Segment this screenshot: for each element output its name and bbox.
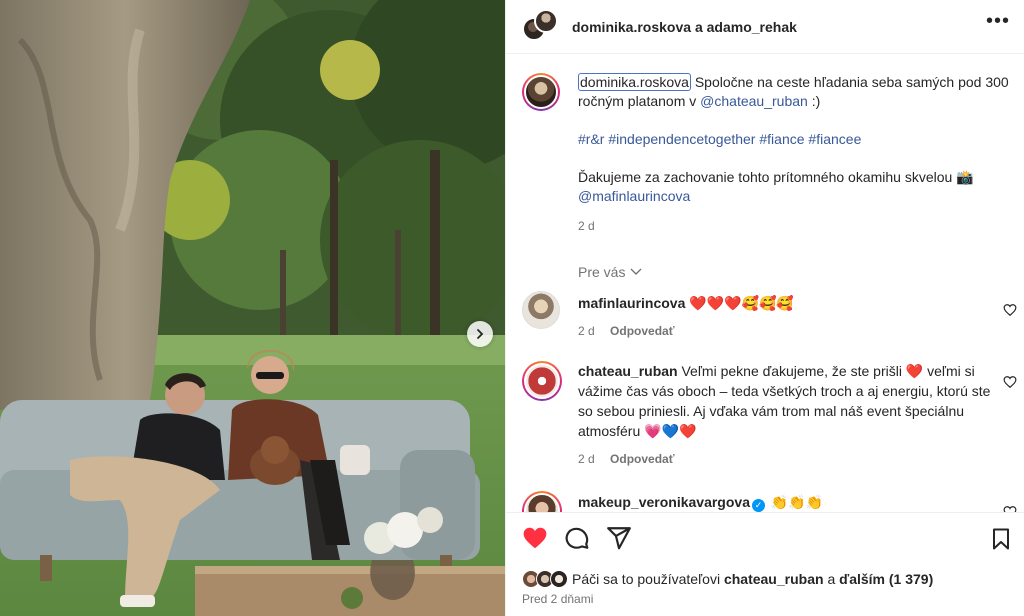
instagram-post: dominika.roskova a adamo_rehak ••• domin… xyxy=(0,0,1024,616)
comment-sort-dropdown[interactable]: Pre vás xyxy=(578,264,1024,280)
next-photo-button[interactable] xyxy=(467,321,493,347)
hashtag-link[interactable]: #r&r xyxy=(578,131,604,147)
collab-avatars[interactable] xyxy=(522,8,558,45)
comment-time[interactable]: 2 d xyxy=(578,452,595,466)
caption-time[interactable]: 2 d xyxy=(578,217,1009,236)
hashtag-link[interactable]: #fiance xyxy=(759,131,804,147)
post-header: dominika.roskova a adamo_rehak ••• xyxy=(506,0,1024,54)
avatar[interactable] xyxy=(522,291,560,329)
username-link[interactable]: dominika.roskova xyxy=(572,19,691,35)
liker-username[interactable]: chateau_ruban xyxy=(724,571,824,587)
likes-and: a xyxy=(827,571,836,587)
chevron-down-icon xyxy=(630,268,642,275)
caption-username[interactable]: dominika.roskova xyxy=(578,73,691,91)
mention-link[interactable]: @mafinlaurincova xyxy=(578,188,690,204)
username-link[interactable]: adamo_rehak xyxy=(707,19,797,35)
verified-badge-icon: ✓ xyxy=(751,499,765,512)
mention-link[interactable]: @chateau_ruban xyxy=(700,93,808,109)
avatar xyxy=(550,570,568,588)
more-options-button[interactable]: ••• xyxy=(986,10,1010,33)
post-image xyxy=(0,0,505,616)
camera-emoji: 📸 xyxy=(956,169,974,185)
likes-prefix: Páči sa to používateľovi xyxy=(572,571,721,587)
post-details-panel: dominika.roskova a adamo_rehak ••• domin… xyxy=(505,0,1024,616)
like-comment-heart-icon[interactable] xyxy=(1003,375,1017,389)
comment-text: 👏👏👏 xyxy=(770,494,824,510)
like-comment-heart-icon[interactable] xyxy=(1003,303,1017,317)
like-heart-icon[interactable] xyxy=(522,525,548,551)
comment-item: makeup_veronikavargova ✓ 👏👏👏 xyxy=(506,491,1024,512)
likes-summary[interactable]: Páči sa to používateľovi chateau_ruban a… xyxy=(522,570,933,588)
caption-thanks: Ďakujeme za zachovanie tohto prítomného … xyxy=(578,169,953,185)
comment-time[interactable]: 2 d xyxy=(578,324,595,338)
chevron-right-icon xyxy=(477,329,484,339)
post-timestamp[interactable]: Pred 2 dňami xyxy=(522,592,593,606)
hashtag-link[interactable]: #independencetogether xyxy=(608,131,755,147)
story-ring-avatar[interactable] xyxy=(522,491,562,512)
story-ring-avatar[interactable] xyxy=(522,73,560,111)
share-icon[interactable] xyxy=(606,525,632,551)
post-actions: Páči sa to používateľovi chateau_ruban a… xyxy=(506,512,1024,616)
comment-text: ❤️❤️❤️🥰🥰🥰 xyxy=(689,295,794,311)
bookmark-icon[interactable] xyxy=(989,527,1013,551)
hashtags: #r&r #independencetogether #fiance #fian… xyxy=(578,130,1009,149)
post-photo[interactable] xyxy=(0,0,505,616)
more-horizontal-icon: ••• xyxy=(985,10,1010,32)
collab-usernames: dominika.roskova a adamo_rehak xyxy=(572,19,797,35)
comment-icon[interactable] xyxy=(564,525,590,551)
caption-text-end: :) xyxy=(811,93,821,109)
story-ring-avatar[interactable] xyxy=(522,361,562,401)
sort-label: Pre vás xyxy=(578,264,626,280)
hashtag-link[interactable]: #fiancee xyxy=(808,131,861,147)
and-text: a xyxy=(694,18,703,35)
comment-username[interactable]: chateau_ruban xyxy=(578,363,678,379)
liker-avatars xyxy=(522,570,568,588)
comments-scroll-area[interactable]: dominika.roskova Spoločne na ceste hľada… xyxy=(506,55,1024,512)
comment-username[interactable]: mafinlaurincova xyxy=(578,295,685,311)
comment-item: chateau_ruban Veľmi pekne ďakujeme, že s… xyxy=(506,361,1024,469)
likes-count-link[interactable]: ďalším (1 379) xyxy=(839,571,933,587)
reply-button[interactable]: Odpovedať xyxy=(610,452,674,466)
post-caption: dominika.roskova Spoločne na ceste hľada… xyxy=(506,55,1024,236)
like-comment-heart-icon[interactable] xyxy=(1003,505,1017,512)
comment-item: mafinlaurincova ❤️❤️❤️🥰🥰🥰 2 d Odpovedať xyxy=(506,291,1024,341)
comment-username[interactable]: makeup_veronikavargova xyxy=(578,494,750,510)
reply-button[interactable]: Odpovedať xyxy=(610,324,674,338)
avatar xyxy=(534,8,558,33)
